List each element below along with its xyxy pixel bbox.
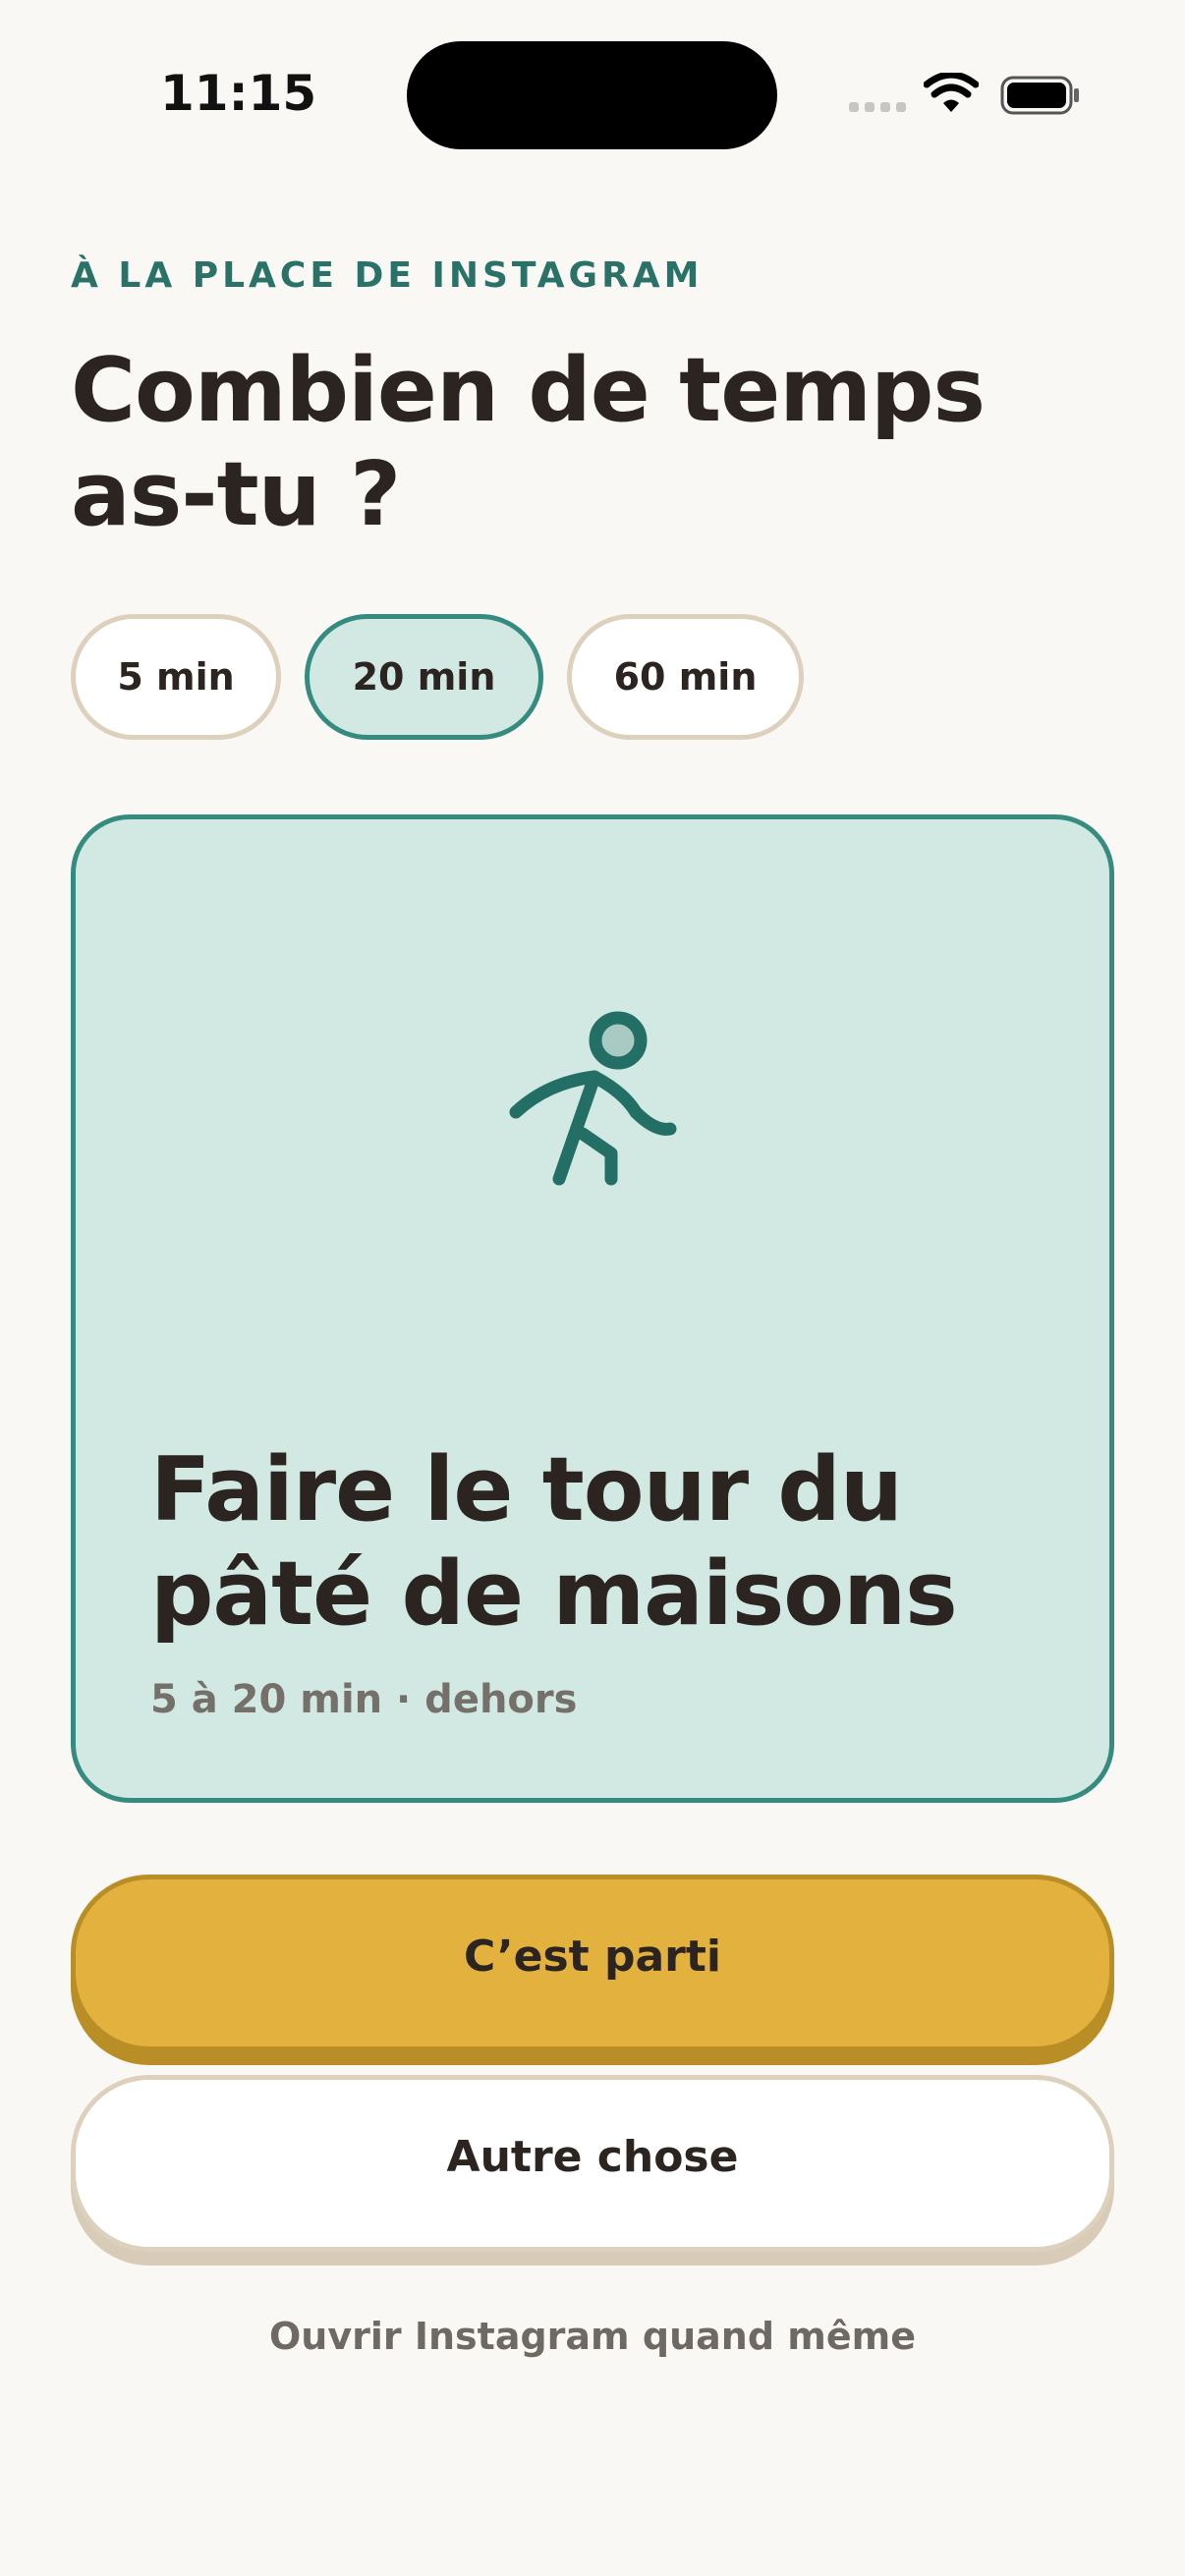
activity-card[interactable]: Faire le tour du pâté de maisons 5 à 20 … [71, 814, 1114, 1803]
something-else-button[interactable]: Autre chose [71, 2075, 1114, 2252]
walking-person-icon [509, 1011, 677, 1186]
wifi-icon [924, 73, 979, 112]
context-label: À LA PLACE DE INSTAGRAM [71, 255, 704, 296]
dynamic-island [407, 41, 777, 149]
status-bar: 11:15 [0, 0, 1185, 187]
activity-meta: 5 à 20 min · dehors [150, 1677, 578, 1722]
open-instagram-link[interactable]: Ouvrir Instagram quand même [0, 2315, 1185, 2358]
status-time: 11:15 [160, 65, 317, 122]
page-title: Combien de temps as-tu ? [71, 339, 986, 546]
duration-selector: 5 min 20 min 60 min [71, 614, 804, 740]
battery-icon [1000, 76, 1079, 115]
activity-title: Faire le tour du pâté de maisons [150, 1438, 958, 1646]
duration-option-20-min[interactable]: 20 min [305, 614, 543, 740]
start-button[interactable]: C’est parti [71, 1875, 1114, 2051]
cellular-signal-icon [849, 102, 906, 112]
duration-option-5-min[interactable]: 5 min [71, 614, 281, 740]
duration-option-60-min[interactable]: 60 min [567, 614, 804, 740]
